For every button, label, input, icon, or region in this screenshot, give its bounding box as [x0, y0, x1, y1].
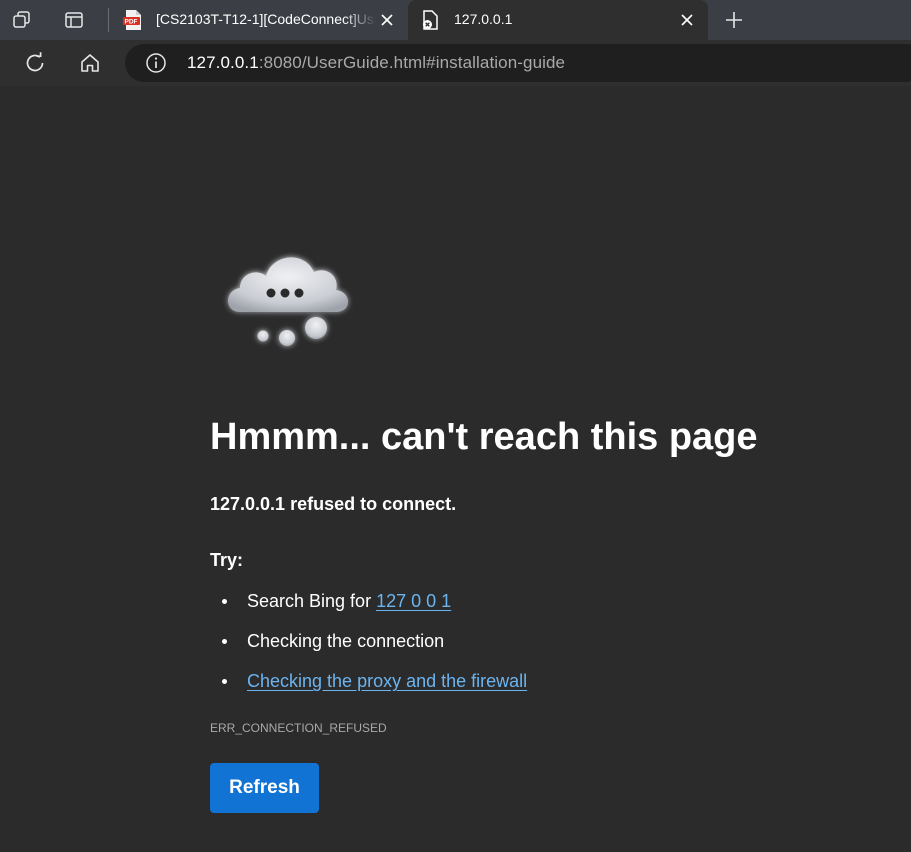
list-item: Search Bing for 127 0 0 1 — [222, 591, 527, 631]
error-host: 127.0.0.1 — [210, 494, 286, 514]
tab-title: [CS2103T-T12-1][CodeConnect]UserGuide — [156, 11, 376, 27]
thinking-cloud-icon — [228, 257, 348, 346]
tab-strip: PDF [CS2103T-T12-1][CodeConnect]UserGuid… — [0, 0, 911, 40]
try-label: Try: — [210, 550, 244, 570]
svg-text:PDF: PDF — [125, 19, 138, 26]
search-suggestion-prefix: Search Bing for — [247, 591, 372, 611]
tab-actions-button[interactable] — [58, 4, 90, 36]
bullet — [222, 599, 227, 604]
refresh-button[interactable]: Refresh — [210, 763, 319, 813]
reload-icon — [26, 52, 44, 72]
vertical-tabs-icon — [65, 12, 83, 28]
url-path: :8080/UserGuide.html#installation-guide — [258, 53, 566, 72]
check-connection-text: Checking the connection — [247, 631, 445, 651]
error-message-text: refused to connect. — [290, 494, 457, 514]
tab-active[interactable]: 127.0.0.1 — [408, 0, 708, 40]
new-tab-button[interactable] — [718, 4, 750, 36]
url-text[interactable]: 127.0.0.1:8080/UserGuide.html#installati… — [187, 53, 565, 73]
error-page: Hmmm... can't reach this page 127.0.0.1 … — [0, 86, 911, 852]
tab-pdf[interactable]: PDF [CS2103T-T12-1][CodeConnect]UserGuid… — [114, 0, 408, 40]
info-icon[interactable] — [145, 52, 167, 74]
error-message: 127.0.0.1 refused to connect. — [210, 494, 456, 515]
workspaces-icon — [13, 11, 30, 28]
list-item: Checking the proxy and the firewall — [222, 671, 527, 711]
search-bing-link[interactable]: 127 0 0 1 — [376, 591, 451, 611]
tab-title: 127.0.0.1 — [454, 11, 513, 27]
bullet — [222, 639, 227, 644]
tab-strip-divider — [108, 8, 109, 32]
suggestion-list: Search Bing for 127 0 0 1 Checking the c… — [222, 591, 527, 711]
reload-button[interactable] — [19, 47, 51, 79]
plus-icon — [726, 12, 742, 28]
address-bar[interactable]: 127.0.0.1:8080/UserGuide.html#installati… — [125, 44, 911, 82]
list-item: Checking the connection — [222, 631, 527, 671]
home-icon — [81, 54, 99, 72]
proxy-firewall-link[interactable]: Checking the proxy and the firewall — [247, 671, 527, 691]
page-title: Hmmm... can't reach this page — [210, 416, 758, 458]
close-tab-button[interactable] — [676, 9, 698, 31]
close-tab-button[interactable] — [376, 9, 398, 31]
url-host: 127.0.0.1 — [187, 53, 259, 72]
error-code: ERR_CONNECTION_REFUSED — [210, 721, 387, 735]
close-icon — [681, 14, 693, 26]
toolbar: 127.0.0.1:8080/UserGuide.html#installati… — [0, 40, 911, 86]
close-icon — [381, 14, 393, 26]
home-button[interactable] — [74, 47, 106, 79]
bullet — [222, 679, 227, 684]
pdf-icon: PDF — [123, 10, 141, 30]
workspaces-button[interactable] — [6, 4, 38, 36]
error-page-icon — [423, 10, 438, 30]
